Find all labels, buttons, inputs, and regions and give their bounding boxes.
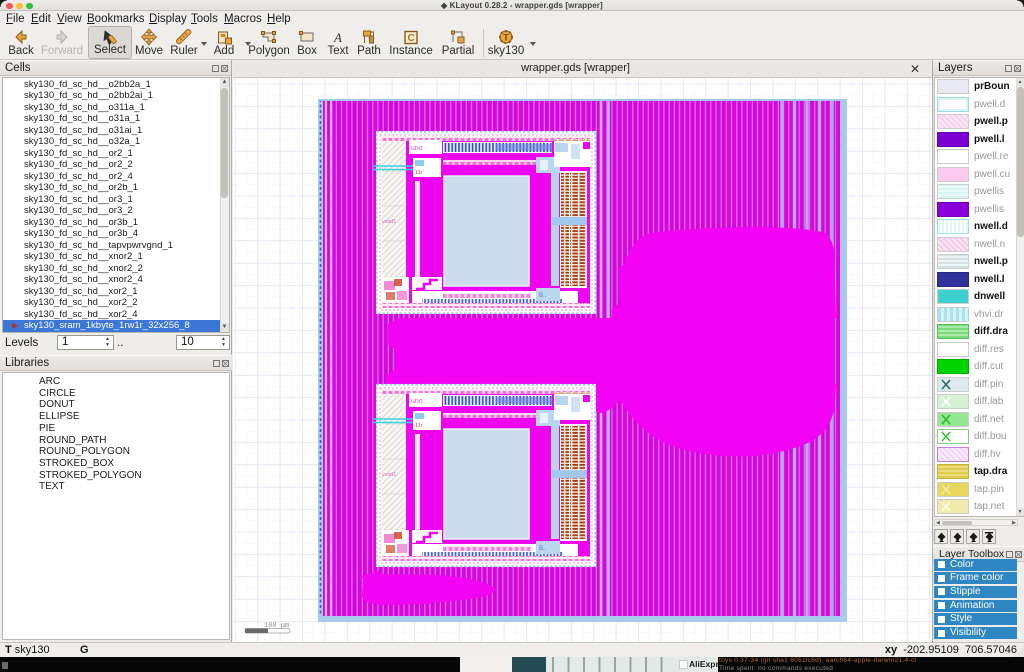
svg-text:T: T bbox=[503, 33, 509, 43]
svg-text:C: C bbox=[408, 33, 415, 44]
svg-text:A: A bbox=[333, 30, 342, 45]
